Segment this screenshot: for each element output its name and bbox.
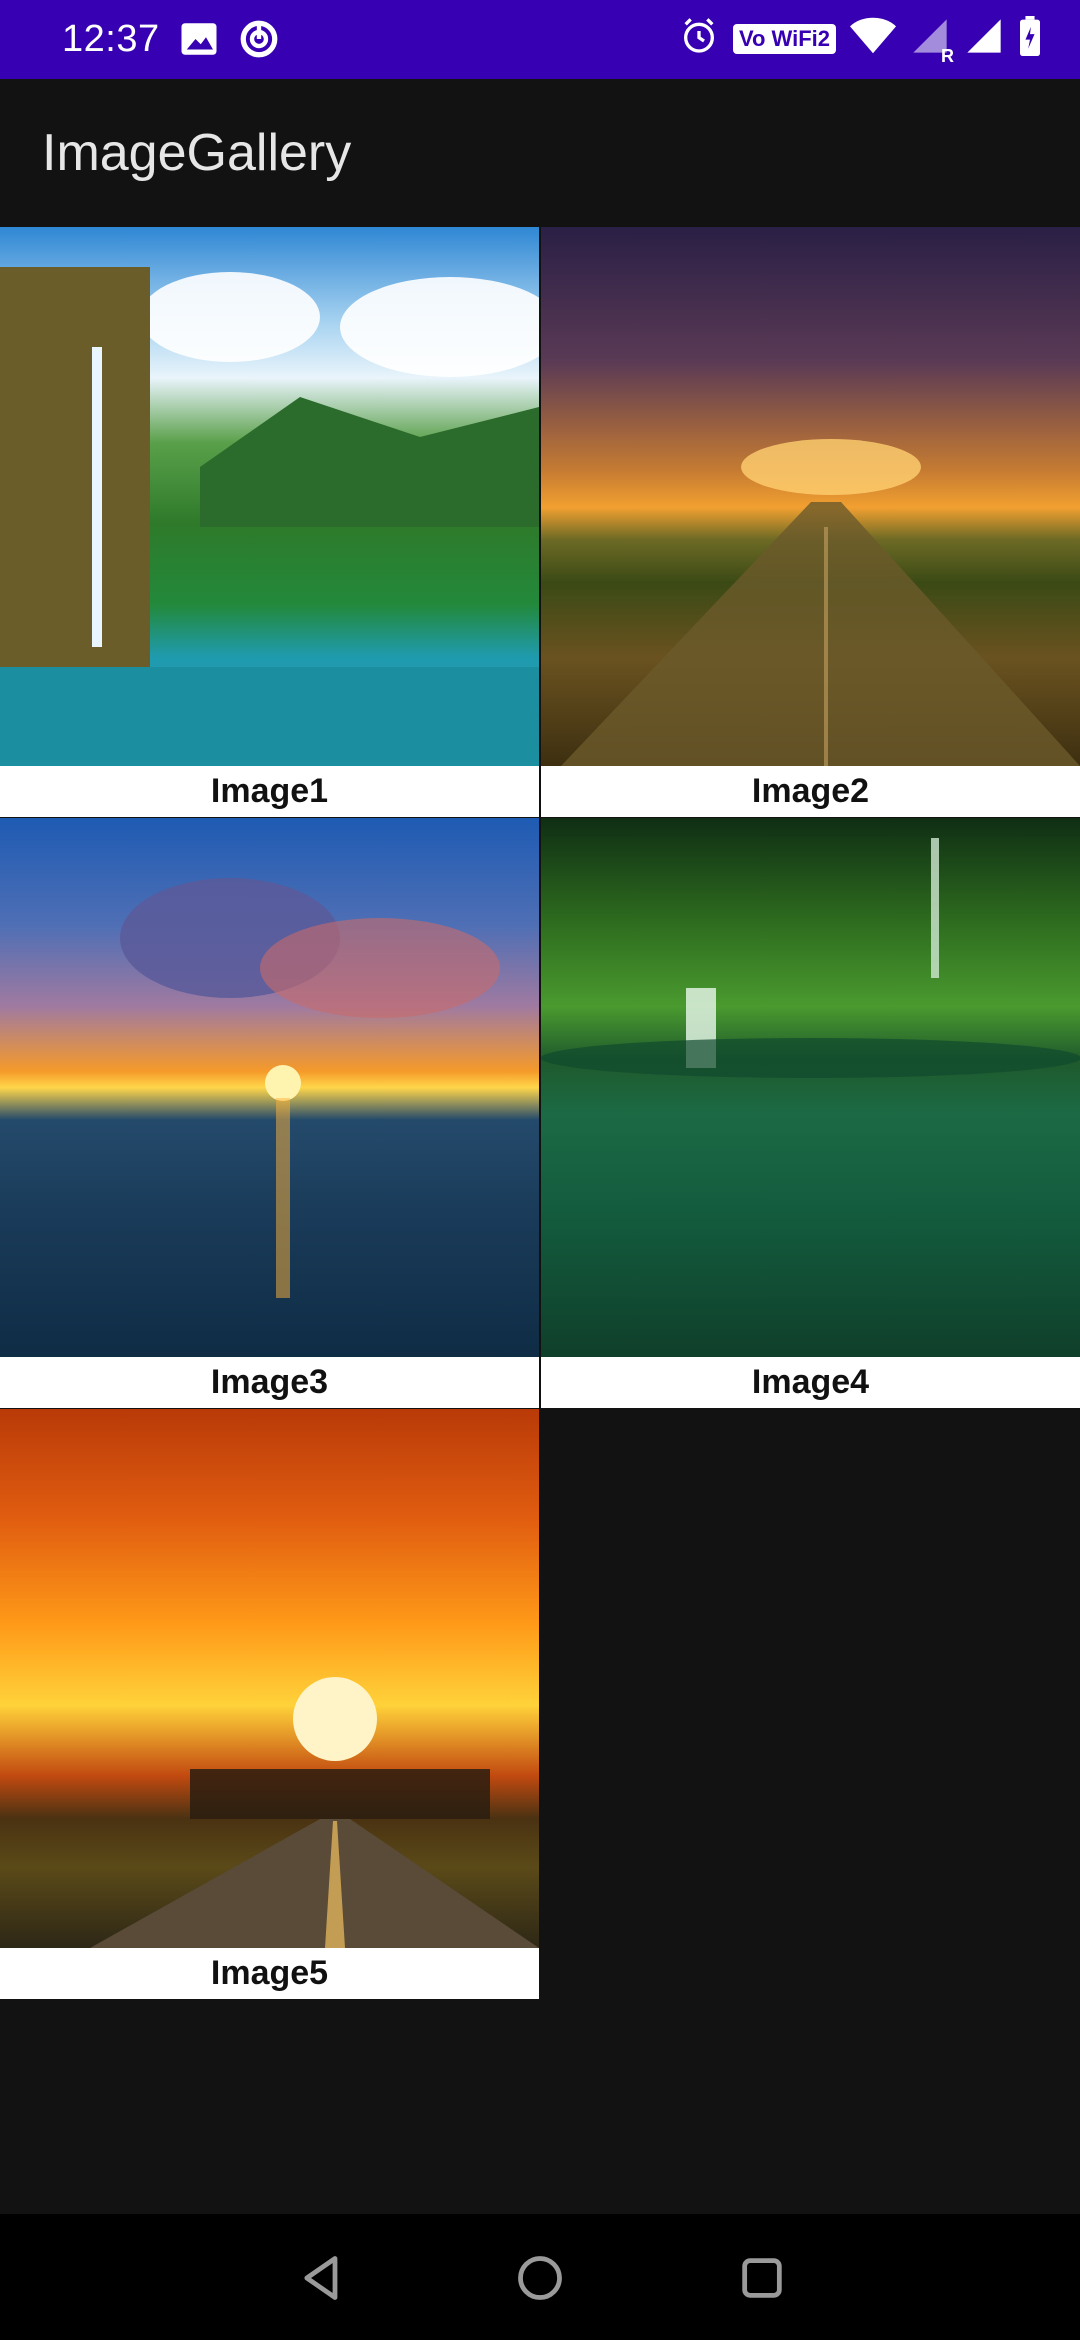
image-caption: Image4 [541,1357,1080,1408]
status-right-icons: Vo WiFi2 R [679,16,1042,66]
wifi-icon [850,16,896,61]
battery-icon [1018,16,1042,61]
back-icon[interactable] [296,2252,348,2304]
roaming-label: R [941,46,954,66]
app-title: ImageGallery [42,124,352,182]
gallery-item-5[interactable]: Image5 [0,1409,539,1999]
image-thumbnail[interactable] [541,818,1080,1357]
image-thumbnail[interactable] [0,227,539,766]
image-thumbnail[interactable] [0,818,539,1357]
navigation-bar [0,2214,1080,2340]
image-caption: Image3 [0,1357,539,1408]
vowifi-badge: Vo WiFi2 [732,23,836,54]
image-caption: Image1 [0,766,539,817]
image-icon [178,18,220,65]
gallery-item-3[interactable]: Image3 [0,818,539,1408]
gallery-item-4[interactable]: Image4 [541,818,1080,1408]
status-left-icons [178,18,280,65]
image-caption: Image2 [541,766,1080,817]
status-time: 12:37 [62,18,160,60]
home-icon[interactable] [514,2252,566,2304]
signal-icon [964,16,1004,61]
image-thumbnail[interactable] [0,1409,539,1948]
sync-icon [238,18,280,65]
gallery-item-2[interactable]: Image2 [541,227,1080,817]
image-thumbnail[interactable] [541,227,1080,766]
image-caption: Image5 [0,1948,539,1999]
recents-icon[interactable] [736,2252,788,2304]
status-bar: 12:37 Vo WiFi2 R [0,0,1080,79]
screen: 12:37 Vo WiFi2 R ImageGallery Image1 Ima… [0,0,1080,2340]
gallery-item-1[interactable]: Image1 [0,227,539,817]
signal-r-icon: R [910,16,954,66]
app-bar: ImageGallery [0,79,1080,227]
alarm-icon [679,16,719,61]
